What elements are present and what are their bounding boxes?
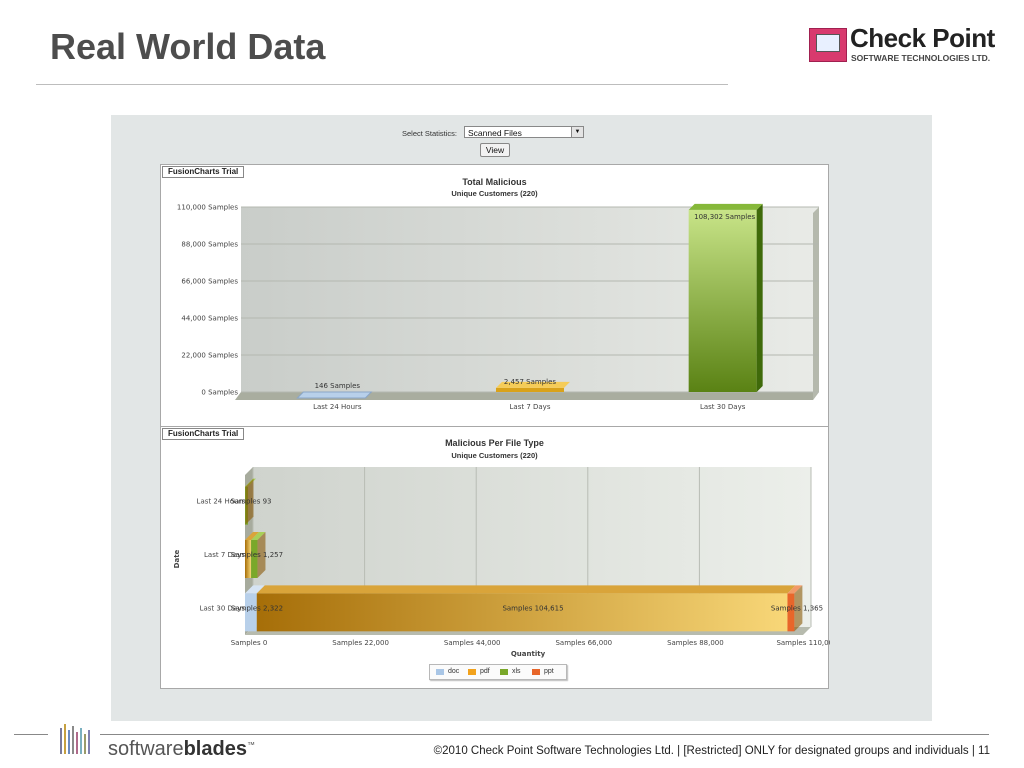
legend-swatch xyxy=(532,669,540,675)
x-tick-label: Last 24 Hours xyxy=(313,403,362,411)
legend-swatch xyxy=(436,669,444,675)
chart-subtitle: Unique Customers (220) xyxy=(451,451,538,460)
data-label: 146 Samples xyxy=(315,382,361,390)
x-tick-label: Last 7 Days xyxy=(510,403,551,411)
bar-top xyxy=(688,203,763,210)
select-statistics-label: Select Statistics: xyxy=(402,129,458,138)
x-tick-label: Samples 88,000 xyxy=(667,639,724,647)
bar xyxy=(296,391,373,399)
statistics-select-value: Scanned Files xyxy=(468,128,522,138)
footer-divider-left xyxy=(14,734,48,735)
data-label: 108,302 Samples xyxy=(694,213,755,221)
data-label: Samples 1,365 xyxy=(771,604,823,612)
slide-title: Real World Data xyxy=(50,26,326,67)
y-tick-label: 88,000 Samples xyxy=(181,241,238,249)
footer-divider xyxy=(100,734,989,735)
y-axis-title: Date xyxy=(173,549,181,568)
legend-swatch xyxy=(468,669,476,675)
legend-label: pdf xyxy=(480,668,490,675)
softwareblades-bars-icon xyxy=(60,724,90,754)
y-tick-label: 110,000 Samples xyxy=(177,204,238,212)
y-tick-label: 44,000 Samples xyxy=(181,315,238,323)
y-tick-label: 66,000 Samples xyxy=(181,278,238,286)
statistics-select[interactable]: Scanned Files ▼ xyxy=(464,126,584,138)
logo-subtitle: SOFTWARE TECHNOLOGIES LTD. xyxy=(851,53,991,63)
bar-segment xyxy=(251,540,258,578)
total-malicious-plot: 0 Samples 22,000 Samples 44,000 Samples 66,… xyxy=(177,203,819,411)
x-tick-label: Samples 66,000 xyxy=(555,639,612,647)
chart-title: Total Malicious xyxy=(462,177,527,187)
legend-label: ppt xyxy=(544,668,554,675)
data-label: Samples 2,322 xyxy=(231,604,283,612)
legend-item-doc: doc xyxy=(436,667,459,677)
data-label: Samples 1,257 xyxy=(231,551,283,559)
total-malicious-chart: 0 Samples 22,000 Samples 44,000 Samples 66,… xyxy=(160,164,829,427)
chart-subtitle: Unique Customers (220) xyxy=(451,189,538,198)
legend-label: xls xyxy=(512,668,521,675)
y-tick-label: 22,000 Samples xyxy=(181,352,238,360)
check-point-logo: Check Point SOFTWARE TECHNOLOGIES LTD. xyxy=(806,23,998,67)
x-tick-label: Samples 0 xyxy=(231,639,268,647)
chevron-down-icon[interactable]: ▼ xyxy=(571,127,583,137)
x-tick-label: Samples 22,000 xyxy=(332,639,389,647)
chart-legend: doc pdf xls ppt xyxy=(429,664,567,680)
check-point-logo-icon xyxy=(809,28,847,62)
legend-item-xls: xls xyxy=(500,667,521,677)
data-label: 2,457 Samples xyxy=(504,378,557,386)
x-axis-title: Quantity xyxy=(511,650,546,658)
x-tick-label: Last 30 Days xyxy=(700,403,746,411)
softwareblades-logo: softwareblades™ xyxy=(108,738,255,760)
plot-side-wall xyxy=(813,207,819,400)
legend-item-pdf: pdf xyxy=(468,667,490,677)
y-tick-label: 0 Samples xyxy=(201,389,238,397)
bar-segment-top xyxy=(256,585,796,594)
data-label: Samples 104,615 xyxy=(502,604,563,612)
x-tick-label: Samples 110,000 xyxy=(776,639,830,647)
report-panel: Select Statistics: Scanned Files ▼ View … xyxy=(111,115,932,721)
legend-swatch xyxy=(500,669,508,675)
bar-side xyxy=(756,203,763,392)
bar xyxy=(688,209,757,392)
legend-label: doc xyxy=(448,668,460,675)
bar-segment xyxy=(245,540,252,578)
title-divider xyxy=(36,84,728,85)
bar xyxy=(496,387,564,392)
malicious-per-file-type-chart: Samples 0 Samples 22,000 Samples 44,000 Sam… xyxy=(160,426,830,689)
chart-title: Malicious Per File Type xyxy=(445,438,544,448)
x-tick-label: Samples 44,000 xyxy=(444,639,501,647)
legend-item-ppt: ppt xyxy=(532,667,554,677)
view-button[interactable]: View xyxy=(480,143,510,157)
footer-text: ©2010 Check Point Software Technologies … xyxy=(433,745,990,757)
file-type-plot: Samples 0 Samples 22,000 Samples 44,000 Sam… xyxy=(173,467,830,658)
logo-name: Check Point xyxy=(850,23,995,53)
data-label: Samples 93 xyxy=(230,498,271,506)
